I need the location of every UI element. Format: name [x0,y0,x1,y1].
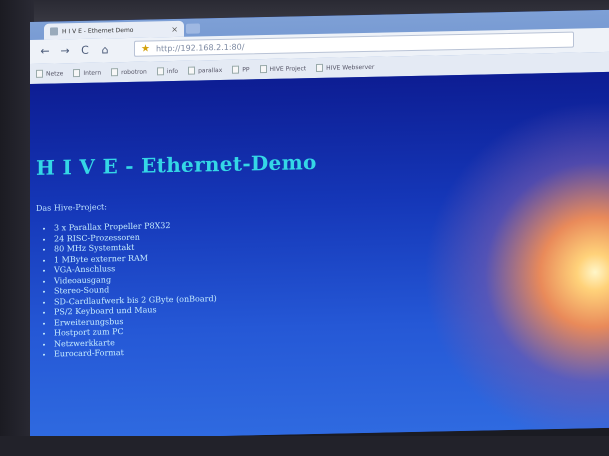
page-icon [316,63,324,73]
tab-close-icon[interactable]: × [171,24,178,33]
forward-arrow-icon[interactable]: → [58,44,72,58]
bookmark-item[interactable]: HIVE Webserver [316,63,375,73]
page-icon [156,67,164,76]
favicon-icon [50,27,58,36]
intro-text: Das Hive-Project: [36,202,107,213]
bookmark-label: parallax [198,66,223,74]
monitor-bezel-bottom [0,436,609,456]
address-bar-url: http://192.168.2.1:80/ [155,42,245,53]
monitor-bezel-left [0,0,34,456]
web-page: H I V E - Ethernet-Demo Das Hive-Project… [30,71,609,441]
page-icon [232,65,240,74]
reload-icon[interactable]: C [78,44,92,58]
page-icon [188,66,196,75]
home-icon[interactable]: ⌂ [98,43,112,57]
bookmark-item[interactable]: Intern [73,68,102,78]
monitor-screen: H I V E - Ethernet Demo × ← → C ⌂ ★ http… [30,9,609,441]
bookmark-item[interactable]: parallax [188,66,222,75]
page-icon [111,68,119,77]
new-tab-button[interactable] [186,23,200,34]
bookmark-label: Intern [83,69,102,77]
bookmark-label: Netze [46,69,64,78]
page-icon [36,69,43,78]
tab-title: H I V E - Ethernet Demo [62,26,134,35]
bookmark-label: HIVE Project [269,64,307,73]
list-item: Eurocard-Format [54,346,217,360]
bookmark-label: info [166,67,179,75]
bookmark-item[interactable]: info [156,67,179,76]
bookmark-label: PP [242,65,250,74]
feature-list: 3 x Parallax Propeller P8X32 24 RISC-Pro… [36,220,217,360]
bookmark-item[interactable]: HIVE Project [259,64,307,74]
bookmark-label: HIVE Webserver [326,63,375,72]
page-icon [259,65,267,74]
page-title: H I V E - Ethernet-Demo [36,149,317,180]
bookmark-star-icon[interactable]: ★ [141,43,150,54]
bookmark-item[interactable]: PP [232,65,250,74]
bookmark-item[interactable]: Netze [36,69,63,78]
bookmark-label: robotron [121,68,147,76]
back-arrow-icon[interactable]: ← [38,45,52,59]
bookmark-item[interactable]: robotron [111,68,147,77]
page-icon [73,68,81,78]
